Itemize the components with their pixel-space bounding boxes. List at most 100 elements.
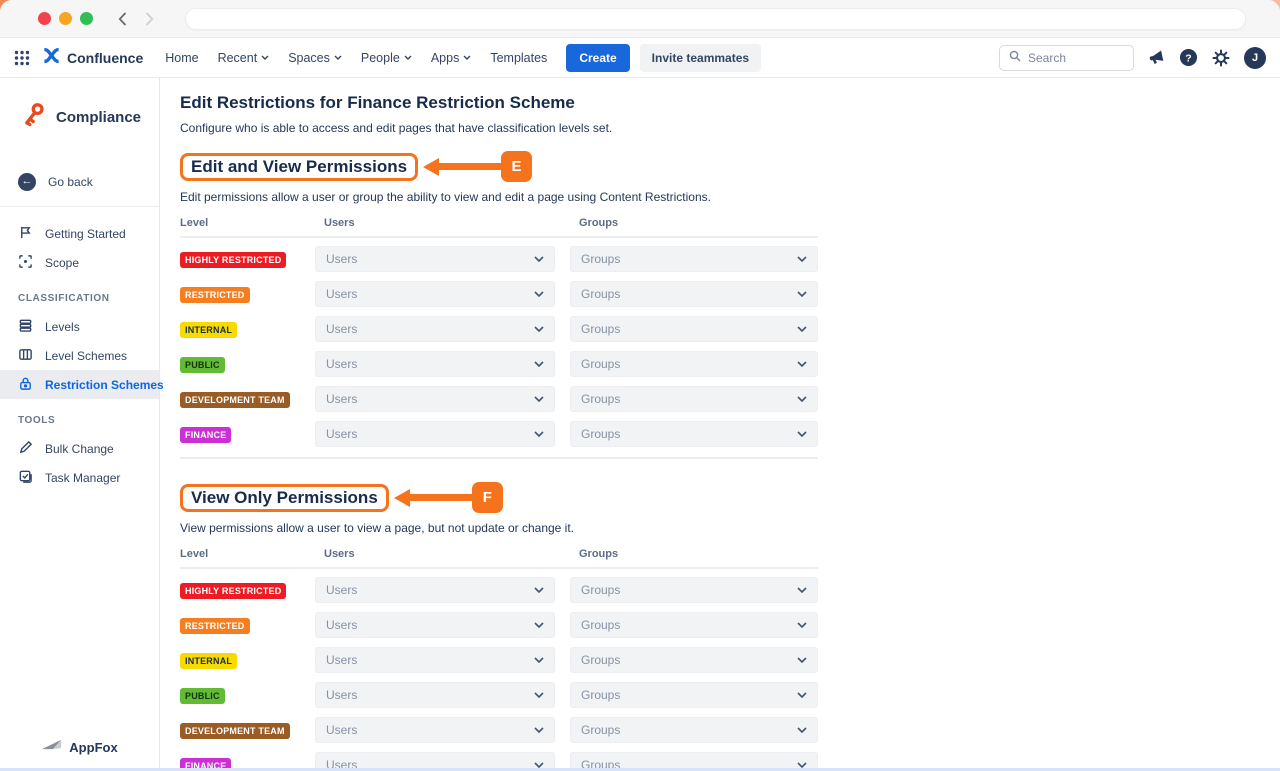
table-body: HIGHLY RESTRICTED Users Groups RESTRICTE… — [180, 238, 818, 459]
sidebar-item-getting-started[interactable]: Getting Started — [0, 219, 159, 248]
chevron-down-icon — [797, 256, 807, 262]
section-heading: Edit and View Permissions — [191, 157, 407, 177]
back-arrow-icon: ← — [18, 173, 36, 191]
svg-text:?: ? — [1185, 53, 1191, 64]
chevron-down-icon — [334, 55, 342, 60]
pencil-icon — [18, 440, 33, 458]
task-check-icon — [18, 469, 33, 487]
nav-item-people[interactable]: People — [361, 51, 412, 65]
invite-teammates-button[interactable]: Invite teammates — [640, 44, 761, 72]
nav-item-spaces[interactable]: Spaces — [288, 51, 342, 65]
sidebar-divider — [0, 206, 159, 207]
chevron-down-icon — [797, 431, 807, 437]
level-badge: HIGHLY RESTRICTED — [180, 583, 286, 599]
minimize-window-button[interactable] — [59, 12, 72, 25]
users-select[interactable]: Users — [315, 246, 555, 272]
level-badge: DEVELOPMENT TEAM — [180, 392, 290, 408]
lock-icon — [18, 376, 33, 394]
nav-item-home[interactable]: Home — [165, 51, 198, 65]
close-window-button[interactable] — [38, 12, 51, 25]
sidebar-item-restriction-schemes[interactable]: Restriction Schemes — [0, 370, 159, 399]
key-icon — [18, 98, 48, 137]
table-row: PUBLIC Users Groups — [180, 346, 818, 381]
chevron-down-icon — [797, 326, 807, 332]
table-row: RESTRICTED Users Groups — [180, 276, 818, 311]
groups-select[interactable]: Groups — [570, 647, 818, 673]
groups-select[interactable]: Groups — [570, 612, 818, 638]
table-row: FINANCE Users Groups — [180, 416, 818, 451]
zoom-window-button[interactable] — [80, 12, 93, 25]
users-select[interactable]: Users — [315, 612, 555, 638]
settings-gear-icon[interactable] — [1212, 49, 1230, 67]
scheme-name: Finance Restriction Scheme — [347, 93, 575, 112]
product-name: Confluence — [67, 50, 143, 66]
section-description: View permissions allow a user to view a … — [180, 521, 1280, 535]
chevron-down-icon — [797, 657, 807, 663]
levels-stack-icon — [18, 318, 33, 336]
window-controls — [38, 12, 93, 25]
chevron-down-icon — [261, 55, 269, 60]
nav-item-apps[interactable]: Apps — [431, 51, 472, 65]
announcements-icon[interactable] — [1148, 49, 1165, 66]
users-select[interactable]: Users — [315, 386, 555, 412]
sidebar-item-scope[interactable]: Scope — [0, 248, 159, 277]
help-icon[interactable]: ? — [1179, 48, 1198, 67]
table-header: Level Users Groups — [180, 217, 818, 238]
column-header-groups: Groups — [570, 217, 818, 229]
users-select[interactable]: Users — [315, 682, 555, 708]
appfox-logo-icon — [41, 737, 63, 757]
address-bar[interactable] — [185, 8, 1246, 30]
nav-item-recent[interactable]: Recent — [218, 51, 270, 65]
chevron-down-icon — [534, 291, 544, 297]
users-select[interactable]: Users — [315, 717, 555, 743]
chevron-down-icon — [797, 692, 807, 698]
nav-item-templates[interactable]: Templates — [490, 51, 547, 65]
groups-select[interactable]: Groups — [570, 421, 818, 447]
groups-select[interactable]: Groups — [570, 717, 818, 743]
chevron-down-icon — [534, 657, 544, 663]
forward-icon[interactable] — [141, 11, 157, 27]
appfox-name: AppFox — [69, 740, 117, 755]
column-header-level: Level — [180, 217, 315, 229]
sections-container: Edit and View Permissions E Edit permiss… — [180, 151, 1280, 771]
table-row: PUBLIC Users Groups — [180, 677, 818, 712]
page-subtitle: Configure who is able to access and edit… — [180, 121, 1280, 135]
user-avatar[interactable]: J — [1244, 47, 1266, 69]
users-select[interactable]: Users — [315, 647, 555, 673]
groups-select[interactable]: Groups — [570, 316, 818, 342]
level-badge: HIGHLY RESTRICTED — [180, 252, 286, 268]
sidebar-item-task-manager[interactable]: Task Manager — [0, 463, 159, 492]
section-description: Edit permissions allow a user or group t… — [180, 190, 1280, 204]
users-select[interactable]: Users — [315, 281, 555, 307]
sidebar-section-tools: TOOLS — [0, 415, 159, 426]
table-row: HIGHLY RESTRICTED Users Groups — [180, 572, 818, 607]
back-icon[interactable] — [115, 11, 131, 27]
chevron-down-icon — [534, 396, 544, 402]
create-button[interactable]: Create — [566, 44, 629, 72]
sidebar-item-levels[interactable]: Levels — [0, 312, 159, 341]
level-badge: FINANCE — [180, 427, 231, 443]
groups-select[interactable]: Groups — [570, 281, 818, 307]
groups-select[interactable]: Groups — [570, 682, 818, 708]
groups-select[interactable]: Groups — [570, 577, 818, 603]
sidebar-item-bulk-change[interactable]: Bulk Change — [0, 434, 159, 463]
users-select[interactable]: Users — [315, 351, 555, 377]
sidebar-item-level-schemes[interactable]: Level Schemes — [0, 341, 159, 370]
groups-select[interactable]: Groups — [570, 351, 818, 377]
window-titlebar — [0, 0, 1280, 38]
search-input[interactable] — [1028, 51, 1118, 65]
chevron-down-icon — [797, 361, 807, 367]
users-select[interactable]: Users — [315, 577, 555, 603]
confluence-logo-icon — [42, 46, 61, 70]
level-badge: RESTRICTED — [180, 618, 250, 634]
annotation-letter-badge: E — [501, 151, 532, 182]
level-badge: RESTRICTED — [180, 287, 250, 303]
users-select[interactable]: Users — [315, 421, 555, 447]
sidebar-item-go-back[interactable]: ← Go back — [0, 167, 159, 196]
groups-select[interactable]: Groups — [570, 386, 818, 412]
search-box[interactable] — [999, 45, 1134, 71]
groups-select[interactable]: Groups — [570, 246, 818, 272]
confluence-home-link[interactable]: Confluence — [42, 46, 143, 70]
users-select[interactable]: Users — [315, 316, 555, 342]
app-switcher-icon[interactable] — [14, 50, 30, 66]
